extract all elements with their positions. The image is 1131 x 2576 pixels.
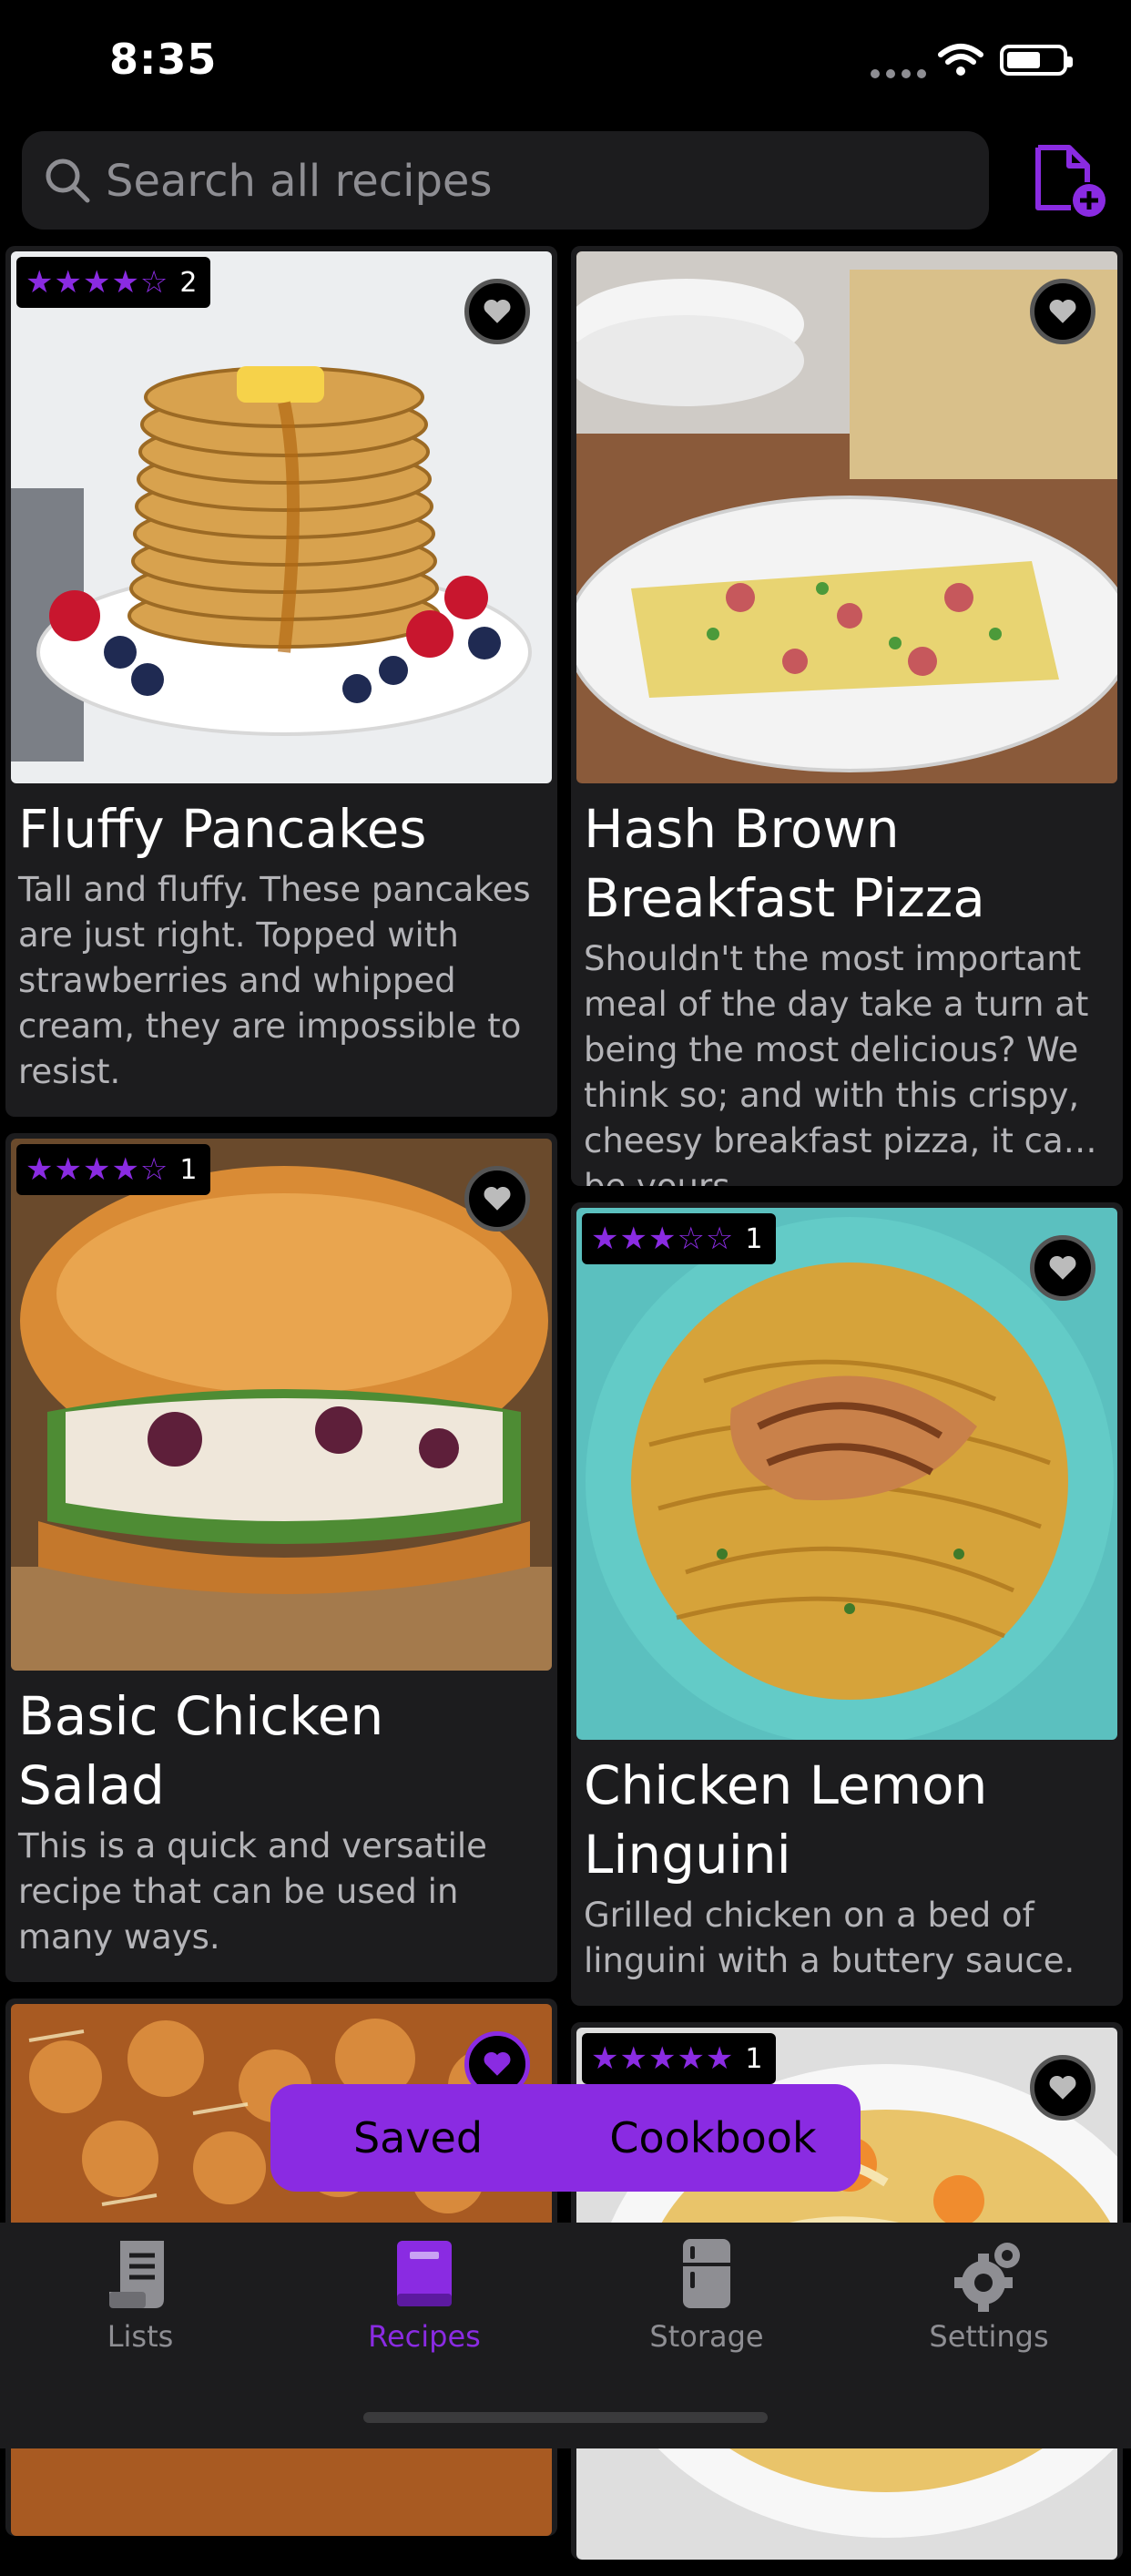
rating-stars: ★★★★☆ xyxy=(25,1151,169,1188)
recipe-description: Grilled chicken on a bed of linguini wit… xyxy=(584,1896,1075,1980)
recipe-image-pancakes: ★★★★☆ 2 xyxy=(11,251,552,783)
tab-storage[interactable]: Storage xyxy=(606,2235,807,2363)
recipe-title: Chicken Lemon Linguini xyxy=(584,1754,988,1886)
rating-stars: ★★★☆☆ xyxy=(591,1221,735,1257)
favorite-button[interactable] xyxy=(464,279,530,344)
recipe-card[interactable]: ★★★★☆ 1 Basic Chicken Salad This is a qu… xyxy=(5,1133,557,1982)
tab-lists[interactable]: Lists xyxy=(40,2235,240,2363)
recipe-card[interactable]: ★★★★☆ 2 Fluffy Pancakes Tall and fluffy.… xyxy=(5,246,557,1117)
heart-icon xyxy=(484,2051,511,2076)
rating-badge: ★★★★★ 1 xyxy=(582,2033,776,2084)
recipe-column-left: ★★★★☆ 2 Fluffy Pancakes Tall and fluffy.… xyxy=(5,246,557,2552)
favorite-button[interactable] xyxy=(1030,279,1095,344)
status-bar: 8:35 xyxy=(0,0,1131,128)
recipe-image-chicken-salad: ★★★★☆ 1 xyxy=(11,1139,552,1671)
cookbook-button[interactable]: Cookbook xyxy=(566,2084,861,2192)
rating-badge: ★★★☆☆ 1 xyxy=(582,1213,776,1264)
recipe-image-lemon-linguini: ★★★☆☆ 1 xyxy=(576,1208,1117,1740)
saved-button[interactable]: Saved xyxy=(270,2084,566,2192)
fridge-icon xyxy=(683,2239,730,2308)
recipe-title: Fluffy Pancakes xyxy=(18,798,427,860)
search-input[interactable] xyxy=(104,131,963,231)
recipe-description: This is a quick and versatile recipe tha… xyxy=(18,1826,487,1957)
rating-badge: ★★★★☆ 2 xyxy=(16,257,210,308)
heart-icon xyxy=(1049,2075,1076,2100)
battery-icon xyxy=(1000,45,1073,76)
tab-label: Settings xyxy=(929,2319,1049,2354)
recipe-card[interactable]: Hash Brown Breakfast Pizza Shouldn't the… xyxy=(571,246,1123,1186)
rating-badge: ★★★★☆ 1 xyxy=(16,1144,210,1195)
recipe-title: Basic Chicken Salad xyxy=(18,1685,384,1816)
heart-icon xyxy=(1049,299,1076,323)
heart-icon xyxy=(484,1186,511,1211)
home-indicator xyxy=(363,2412,768,2423)
search-bar[interactable] xyxy=(22,131,989,231)
tab-settings[interactable]: Settings xyxy=(889,2235,1089,2363)
recipe-image-breakfast-pizza xyxy=(576,251,1117,783)
heart-icon xyxy=(484,299,511,323)
saved-cookbook-toggle: Saved Cookbook xyxy=(270,2084,861,2192)
rating-count: 2 xyxy=(179,266,198,299)
gear-icon xyxy=(954,2243,1020,2312)
tab-recipes[interactable]: Recipes xyxy=(324,2235,525,2363)
favorite-button[interactable] xyxy=(464,1166,530,1232)
rating-stars: ★★★★☆ xyxy=(25,264,169,301)
recipe-description: Tall and fluffy. These pancakes are just… xyxy=(18,870,531,1091)
cellular-signal-icon xyxy=(871,69,926,78)
recipe-title: Hash Brown Breakfast Pizza xyxy=(584,798,985,929)
book-icon xyxy=(397,2241,452,2306)
favorite-button[interactable] xyxy=(1030,2055,1095,2121)
rating-count: 1 xyxy=(179,1153,198,1186)
heart-icon xyxy=(1049,1255,1076,1280)
list-icon xyxy=(109,2241,164,2308)
rating-stars: ★★★★★ xyxy=(591,2040,735,2077)
recipe-card[interactable]: ★★★☆☆ 1 Chicken Lemon Linguini Grilled c… xyxy=(571,1202,1123,2006)
add-recipe-icon[interactable] xyxy=(1029,142,1111,220)
rating-count: 1 xyxy=(745,2042,763,2075)
wifi-icon xyxy=(938,44,983,76)
status-time: 8:35 xyxy=(109,35,218,84)
tab-label: Recipes xyxy=(368,2319,481,2354)
favorite-button[interactable] xyxy=(1030,1235,1095,1301)
search-icon xyxy=(46,158,90,203)
recipe-description: Shouldn't the most important meal of the… xyxy=(584,939,1089,1186)
rating-count: 1 xyxy=(745,1222,763,1255)
tab-label: Storage xyxy=(649,2319,764,2354)
tab-label: Lists xyxy=(107,2319,174,2354)
